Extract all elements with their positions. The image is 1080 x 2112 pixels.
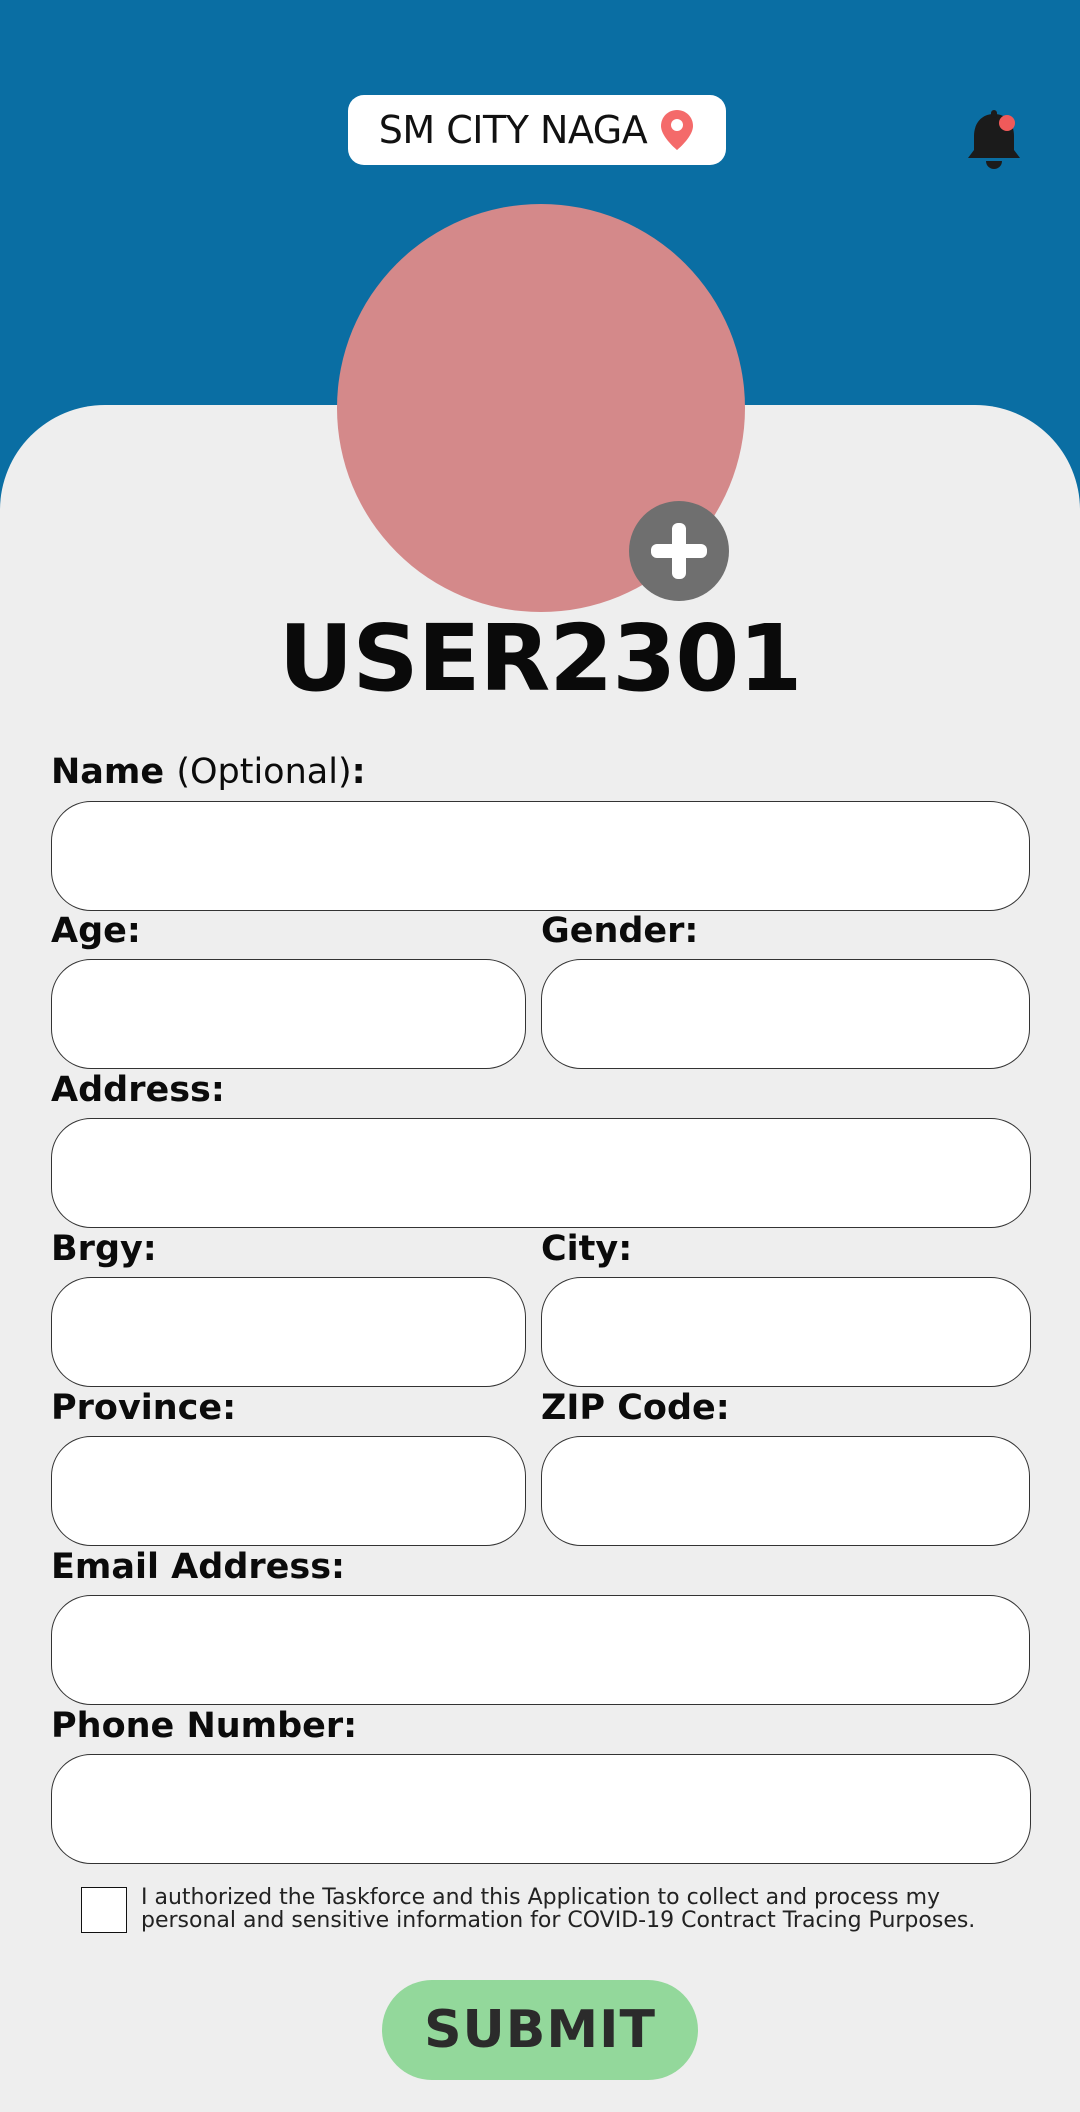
name-label: Name (Optional): bbox=[51, 752, 366, 792]
address-label: Address: bbox=[51, 1070, 225, 1110]
age-label: Age: bbox=[51, 911, 141, 951]
zip-code-field[interactable] bbox=[541, 1436, 1030, 1546]
gender-label: Gender: bbox=[541, 911, 699, 951]
gender-field[interactable] bbox=[541, 959, 1030, 1069]
submit-button[interactable]: SUBMIT bbox=[382, 1980, 698, 2080]
address-field[interactable] bbox=[51, 1118, 1031, 1228]
province-field[interactable] bbox=[51, 1436, 526, 1546]
location-selector[interactable]: SM CITY NAGA bbox=[348, 95, 726, 165]
name-field[interactable] bbox=[51, 801, 1030, 911]
notification-dot bbox=[999, 115, 1015, 131]
brgy-label: Brgy: bbox=[51, 1229, 157, 1269]
brgy-field[interactable] bbox=[51, 1277, 526, 1387]
location-name: SM CITY NAGA bbox=[378, 108, 648, 152]
phone-field[interactable] bbox=[51, 1754, 1031, 1864]
bell-icon[interactable] bbox=[964, 108, 1024, 170]
username-title: USER2301 bbox=[278, 605, 803, 712]
email-field[interactable] bbox=[51, 1595, 1030, 1705]
map-pin-icon bbox=[659, 108, 695, 152]
province-label: Province: bbox=[51, 1388, 237, 1428]
age-field[interactable] bbox=[51, 959, 526, 1069]
email-label: Email Address: bbox=[51, 1547, 346, 1587]
consent-text: I authorized the Taskforce and this Appl… bbox=[141, 1885, 976, 1933]
city-label: City: bbox=[541, 1229, 633, 1269]
consent-checkbox[interactable] bbox=[81, 1887, 127, 1933]
city-field[interactable] bbox=[541, 1277, 1031, 1387]
add-photo-button[interactable] bbox=[629, 501, 729, 601]
zip-code-label: ZIP Code: bbox=[541, 1388, 730, 1428]
phone-label: Phone Number: bbox=[51, 1706, 358, 1746]
